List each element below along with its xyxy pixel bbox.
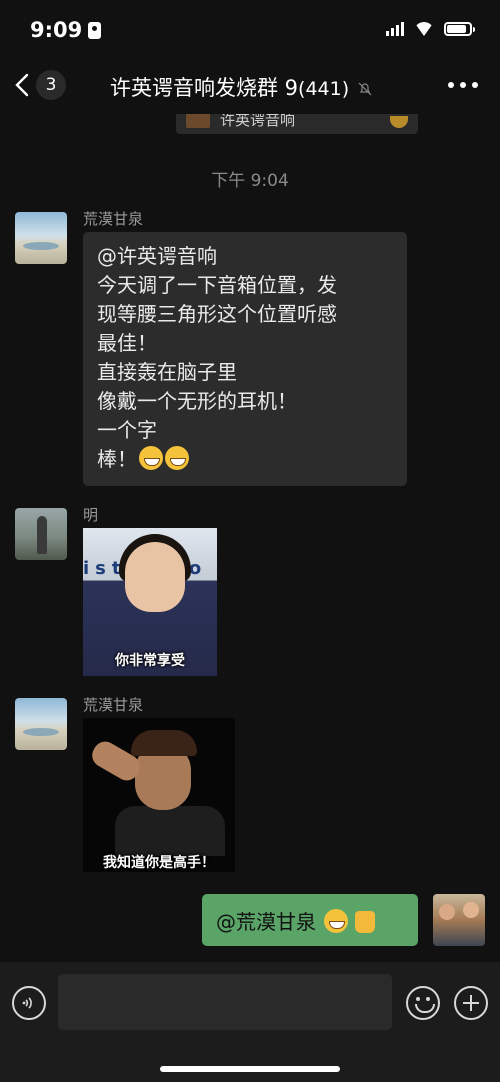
more-icon	[448, 82, 454, 88]
sticker-image[interactable]: istry Fo 你非常享受	[83, 528, 217, 676]
message-line: 今天调了一下音箱位置，发	[97, 273, 337, 297]
status-time: 9:09	[30, 18, 102, 42]
portrait-lock-icon	[88, 22, 102, 39]
message-line: 像戴一个无形的耳机！	[97, 389, 297, 413]
message-line: @许英谔音响	[97, 244, 217, 268]
my-avatar[interactable]	[433, 894, 485, 946]
message-line: 一个字	[97, 418, 157, 442]
input-bar	[0, 962, 500, 1082]
status-bar: 9:09	[0, 0, 500, 56]
battery-icon	[444, 22, 475, 36]
message-list[interactable]: 许英谔音响 下午 9:04 荒漠甘泉 @许英谔音响 今天调了一下音箱位置，发 现…	[0, 114, 500, 962]
shush-emoji-icon	[324, 909, 349, 933]
signal-icon	[386, 22, 404, 36]
text-message-bubble[interactable]: @许英谔音响 今天调了一下音箱位置，发 现等腰三角形这个位置听感 最佳！ 直接轰…	[83, 232, 407, 486]
quoted-message-preview[interactable]: 许英谔音响	[176, 114, 418, 134]
home-indicator	[160, 1066, 340, 1072]
sticker-image[interactable]: 我知道你是高手！	[83, 718, 235, 872]
message-input[interactable]	[58, 974, 392, 1030]
status-icons	[386, 22, 475, 36]
message-text: @荒漠甘泉	[216, 910, 316, 934]
sticker-caption: 你非常享受	[115, 653, 185, 669]
message-timestamp: 下午 9:04	[211, 171, 289, 191]
emoji-icon	[390, 116, 408, 128]
plus-button[interactable]	[454, 986, 488, 1020]
grin-emoji-icon	[165, 446, 189, 470]
message-line: 现等腰三角形这个位置听感	[97, 302, 337, 326]
avatar[interactable]	[15, 212, 67, 264]
avatar[interactable]	[15, 698, 67, 750]
voice-icon	[22, 997, 32, 1009]
message-line: 最佳！	[97, 331, 157, 355]
thinking-emoji-icon	[139, 446, 163, 470]
group-name: 许英谔音响发烧群 9	[110, 76, 299, 100]
thumbs-up-icon	[354, 911, 375, 933]
voice-button[interactable]	[12, 986, 46, 1020]
message-line: 直接轰在脑子里	[97, 360, 237, 384]
plus-icon	[463, 995, 479, 1011]
avatar[interactable]	[15, 508, 67, 560]
emoji-button[interactable]	[406, 986, 440, 1020]
message-line: 棒！	[97, 447, 137, 471]
more-button[interactable]	[448, 82, 478, 88]
chevron-left-icon	[15, 73, 29, 97]
quote-thumbnail	[186, 114, 210, 128]
back-button[interactable]: 3	[14, 68, 74, 102]
chat-title[interactable]: 许英谔音响发烧群 9(441)	[110, 72, 410, 102]
sender-name: 明	[83, 506, 99, 524]
chat-header: 3 许英谔音响发烧群 9(441)	[0, 56, 500, 114]
unread-count-badge: 3	[36, 70, 66, 100]
quote-text: 许英谔音响	[220, 114, 296, 129]
member-count: (441)	[298, 78, 350, 100]
sender-name: 荒漠甘泉	[83, 210, 144, 228]
sender-name: 荒漠甘泉	[83, 696, 144, 714]
self-message-bubble[interactable]: @荒漠甘泉	[202, 894, 418, 946]
bell-off-icon	[358, 82, 372, 96]
sticker-caption: 我知道你是高手！	[103, 855, 215, 871]
wifi-icon	[414, 22, 434, 36]
